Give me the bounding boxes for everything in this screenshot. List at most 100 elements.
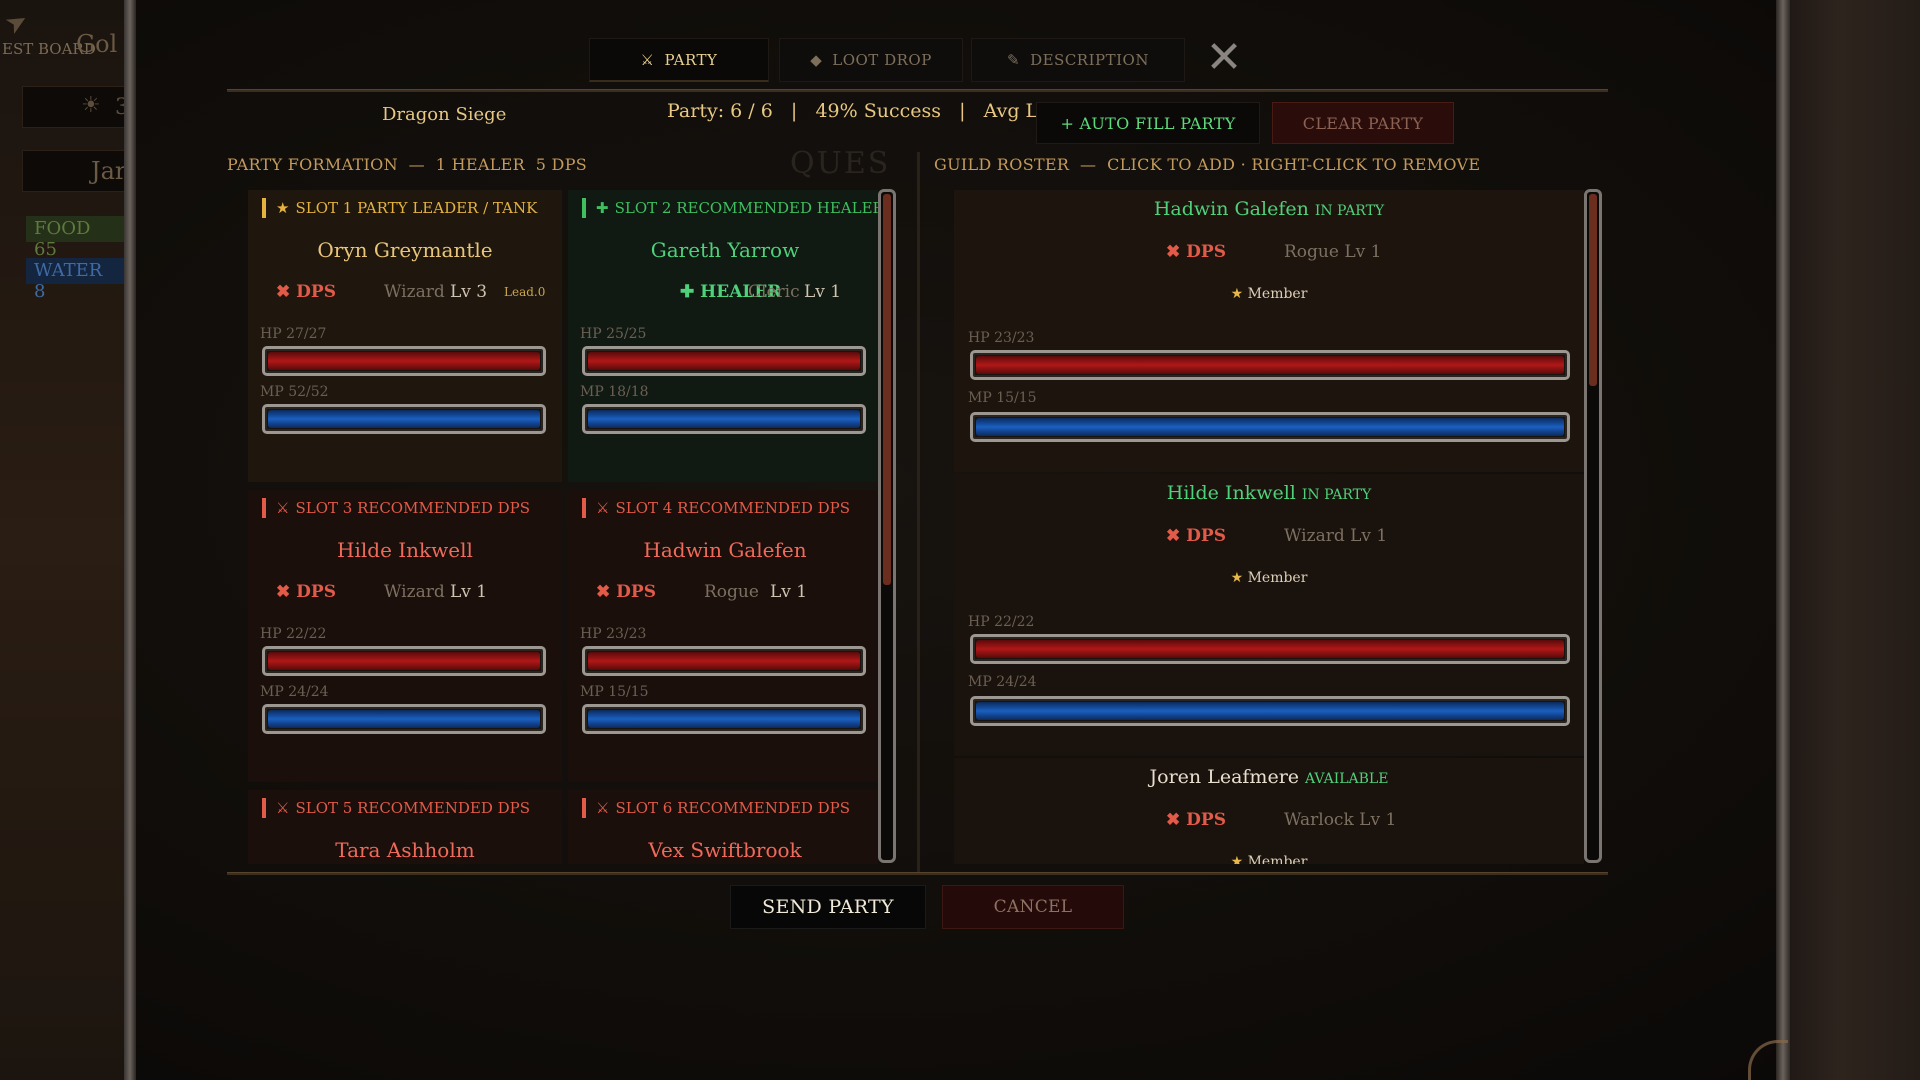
- roster-member[interactable]: Hilde Inkwell IN PARTY ✖ DPS Wizard Lv 1 ★ M…: [954, 474, 1584, 756]
- slot-accent-bar: [262, 798, 266, 818]
- crossed-swords-icon: ⚔: [596, 799, 610, 817]
- class-level: Warlock Lv 1: [1284, 810, 1396, 830]
- tab-loot-drop[interactable]: ◆ LOOT DROP: [779, 38, 963, 82]
- roster-scrollbar-thumb[interactable]: [1589, 194, 1597, 386]
- crossed-swords-icon: ✖: [276, 582, 297, 602]
- mp-bar-fill: [976, 702, 1564, 720]
- class-label: Wizard: [384, 282, 445, 302]
- tab-label: LOOT DROP: [832, 51, 932, 69]
- send-party-button[interactable]: SEND PARTY: [730, 885, 926, 929]
- roster-member[interactable]: Joren Leafmere AVAILABLE ✖ DPS Warlock Lv 1…: [954, 758, 1584, 864]
- star-icon: ★: [1230, 570, 1248, 586]
- water-label: WATER: [34, 260, 103, 281]
- hp-bar: [262, 646, 546, 676]
- party-slot[interactable]: ⚔ SLOT 6 RECOMMENDED DPS Vex Swiftbrook: [568, 790, 878, 864]
- star-icon: ★: [276, 199, 290, 217]
- role-row: ✖ DPS Wizard Lv 3 Lead.0: [268, 282, 558, 304]
- party-stats: Party: 6 / 6 | 49% Success | Avg Lv 1.3: [667, 100, 1086, 122]
- leadership-label: Lead.0: [504, 285, 546, 299]
- slot-header: ⚔ SLOT 3 RECOMMENDED DPS: [262, 498, 530, 518]
- party-slot[interactable]: ⚔ SLOT 3 RECOMMENDED DPS Hilde Inkwell ✖ DP…: [248, 490, 562, 782]
- party-scrollbar[interactable]: [878, 189, 896, 863]
- party-slot[interactable]: ★ SLOT 1 PARTY LEADER / TANK Oryn Greymant…: [248, 190, 562, 482]
- plus-icon: ✚: [680, 282, 701, 302]
- hp-label: HP 22/22: [260, 626, 327, 642]
- role-label: ✖ DPS: [1166, 810, 1226, 830]
- divider-bottom: [227, 872, 1608, 875]
- party-formation-title: PARTY FORMATION — 1 HEALER 5 DPS: [227, 155, 588, 174]
- slot-title: SLOT 3 RECOMMENDED DPS: [295, 499, 531, 517]
- mp-label: MP 15/15: [580, 684, 649, 700]
- mp-label: MP 24/24: [968, 674, 1037, 690]
- panel-divider: [917, 152, 920, 872]
- member-name: Gareth Yarrow: [650, 238, 800, 262]
- roster-member[interactable]: Hadwin Galefen IN PARTY ✖ DPS Rogue Lv 1 ★ M…: [954, 190, 1584, 472]
- hp-label: HP 25/25: [580, 326, 647, 342]
- tab-label: PARTY: [664, 50, 718, 69]
- hp-bar-fill: [976, 356, 1564, 374]
- crossed-swords-icon: ✖: [1166, 526, 1187, 546]
- mp-label: MP 18/18: [580, 384, 649, 400]
- crossed-swords-icon: ⚔: [276, 799, 290, 817]
- slot-accent-bar: [582, 498, 586, 518]
- role-text: DPS: [616, 582, 656, 602]
- tab-description[interactable]: ✎ DESCRIPTION: [971, 38, 1185, 82]
- role-text: DPS: [1186, 242, 1226, 262]
- roster-member-name: Hilde Inkwell IN PARTY: [954, 482, 1584, 504]
- member-name: Hilde Inkwell: [337, 538, 473, 562]
- party-formation-grid: ★ SLOT 1 PARTY LEADER / TANK Oryn Greymant…: [248, 190, 878, 864]
- role-text: DPS: [296, 282, 336, 302]
- level-label: Lv 1: [450, 582, 488, 602]
- background-right: [1786, 0, 1920, 1080]
- weather-box: ☀ 3: [22, 86, 128, 128]
- role-row: ✖ DPS Rogue Lv 1: [954, 242, 1584, 264]
- roster-scrollbar[interactable]: [1584, 189, 1602, 863]
- member-name: Hadwin Galefen: [1153, 198, 1309, 220]
- rank-text: Member: [1247, 854, 1308, 864]
- clear-party-button[interactable]: CLEAR PARTY: [1272, 102, 1454, 144]
- mp-bar: [582, 704, 866, 734]
- member-name: Joren Leafmere: [1149, 766, 1300, 788]
- rank-text: Member: [1247, 570, 1308, 586]
- party-slot[interactable]: ⚔ SLOT 5 RECOMMENDED DPS Tara Ashholm: [248, 790, 562, 864]
- slot-header: ⚔ SLOT 4 RECOMMENDED DPS: [582, 498, 850, 518]
- diamond-icon: ◆: [810, 51, 823, 69]
- tab-label: DESCRIPTION: [1030, 51, 1149, 69]
- role-row: ✖ DPS Rogue Lv 1: [588, 582, 878, 604]
- cancel-button[interactable]: CANCEL: [942, 885, 1124, 929]
- star-icon: ★: [1230, 286, 1248, 302]
- game-screen: ➤ EST BOARD Gol ☀ 3 Jar FOOD 65 WATER 8 ⚔…: [0, 0, 1920, 1080]
- party-slot[interactable]: ✚ SLOT 2 RECOMMENDED HEALER Gareth Yarrow ✚…: [568, 190, 878, 482]
- party-scrollbar-thumb[interactable]: [883, 194, 891, 585]
- star-icon: ★: [1230, 854, 1248, 864]
- rank-text: Member: [1247, 286, 1308, 302]
- auto-fill-party-button[interactable]: + AUTO FILL PARTY: [1036, 102, 1260, 144]
- slot-header: ⚔ SLOT 6 RECOMMENDED DPS: [582, 798, 850, 818]
- class-level: Rogue Lv 1: [1284, 242, 1381, 262]
- level-label: Lv 1: [1350, 526, 1388, 546]
- role-text: DPS: [1186, 526, 1226, 546]
- mp-bar-fill: [588, 410, 860, 428]
- hp-bar-fill: [268, 652, 540, 670]
- party-slot[interactable]: ⚔ SLOT 4 RECOMMENDED DPS Hadwin Galefen ✖ D…: [568, 490, 878, 782]
- mp-label: MP 52/52: [260, 384, 329, 400]
- frame-right: [1776, 0, 1790, 1080]
- mp-bar-fill: [976, 418, 1564, 436]
- level-label: Lv 3: [450, 282, 488, 302]
- member-name: Hilde Inkwell: [1166, 482, 1296, 504]
- arrow-icon: ➤: [0, 4, 34, 42]
- member-rank: ★ Member: [954, 570, 1584, 586]
- member-name: Oryn Greymantle: [317, 238, 493, 262]
- slot-accent-bar: [262, 498, 266, 518]
- close-icon[interactable]: ✕: [1202, 36, 1246, 82]
- mp-label: MP 24/24: [260, 684, 329, 700]
- tab-party[interactable]: ⚔ PARTY: [589, 38, 769, 82]
- role-text: DPS: [1186, 810, 1226, 830]
- member-rank: ★ Member: [954, 854, 1584, 864]
- member-status: AVAILABLE: [1305, 771, 1389, 787]
- slot-header: ⚔ SLOT 5 RECOMMENDED DPS: [262, 798, 530, 818]
- crossed-swords-icon: ✖: [596, 582, 617, 602]
- hp-bar: [262, 346, 546, 376]
- hp-label: HP 22/22: [968, 614, 1035, 630]
- member-name: Vex Swiftbrook: [648, 838, 802, 862]
